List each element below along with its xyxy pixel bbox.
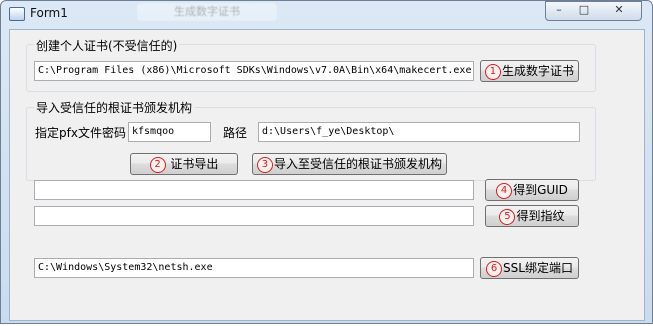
step-1-badge: 1 (484, 63, 501, 80)
get-thumbprint-label: 得到指纹 (516, 209, 565, 223)
step-3-badge: 3 (256, 156, 273, 173)
app-icon (9, 7, 25, 21)
main-window: Form1 生成数字证书 – □ ✕ 创建个人证书(不受信任的) C:\Prog… (0, 0, 653, 324)
pfx-password-label: 指定pfx文件密码 (35, 126, 126, 140)
get-guid-label: 得到GUID (513, 183, 568, 197)
get-guid-button[interactable]: 4 得到GUID (485, 179, 579, 201)
step-2-badge: 2 (149, 156, 166, 173)
import-root-group-label: 导入受信任的根证书颁发机构 (34, 99, 195, 116)
import-root-label: 导入至受信任的根证书颁发机构 (273, 157, 442, 171)
path-label: 路径 (223, 126, 248, 140)
form-client-area: 创建个人证书(不受信任的) C:\Program Files (x86)\Mic… (9, 29, 645, 321)
ghost-tab: 生成数字证书 (137, 3, 277, 21)
path-input[interactable]: d:\Users\f_ye\Desktop\ (258, 122, 580, 142)
maximize-icon: □ (578, 3, 590, 16)
generate-cert-button[interactable]: 1 生成数字证书 (480, 60, 579, 82)
export-cert-label: 证书导出 (170, 157, 219, 171)
thumbprint-input[interactable] (34, 206, 474, 226)
maximize-button[interactable]: □ (571, 1, 598, 21)
export-cert-button[interactable]: 2 证书导出 (130, 153, 238, 175)
step-4-badge: 4 (496, 182, 513, 199)
create-cert-group-label: 创建个人证书(不受信任的) (34, 37, 180, 54)
close-button[interactable]: ✕ (597, 1, 642, 21)
minimize-button[interactable]: – (545, 1, 573, 21)
makecert-path-input[interactable]: C:\Program Files (x86)\Microsoft SDKs\Wi… (34, 61, 474, 81)
close-icon: ✕ (614, 3, 624, 16)
window-title: Form1 (30, 6, 68, 20)
netsh-path-input[interactable]: C:\Windows\System32\netsh.exe (34, 258, 474, 278)
guid-input[interactable] (34, 180, 474, 200)
ssl-bind-port-button[interactable]: 6 SSL绑定端口 (480, 257, 579, 279)
pfx-password-input[interactable]: kfsmqoo (128, 122, 211, 142)
step-6-badge: 6 (486, 260, 503, 277)
ssl-bind-port-label: SSL绑定端口 (503, 261, 573, 275)
title-bar[interactable]: Form1 生成数字证书 – □ ✕ (1, 1, 652, 27)
import-root-button[interactable]: 3 导入至受信任的根证书颁发机构 (252, 153, 447, 175)
minimize-icon: – (556, 3, 562, 16)
generate-cert-label: 生成数字证书 (501, 64, 574, 78)
get-thumbprint-button[interactable]: 5 得到指纹 (485, 205, 579, 227)
step-5-badge: 5 (499, 208, 516, 225)
